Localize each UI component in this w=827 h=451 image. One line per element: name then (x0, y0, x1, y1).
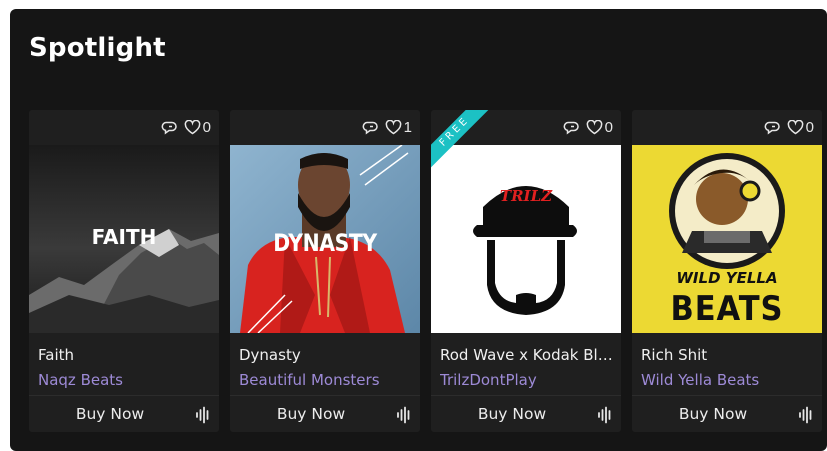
cover-art[interactable]: FAITH (29, 145, 219, 333)
card-stats-bar: 0 (29, 110, 219, 144)
divider (230, 395, 420, 396)
cover-art[interactable]: DYNASTY (230, 145, 420, 333)
heart-icon[interactable] (385, 120, 402, 135)
comment-icon[interactable] (160, 120, 178, 136)
free-badge: FREE (431, 110, 494, 171)
beat-card-faith[interactable]: 0 FAITH Faith Naqz Beats Buy Now (29, 110, 219, 432)
beat-title[interactable]: Faith (38, 346, 213, 364)
cover-title: DYNASTY (273, 229, 377, 257)
comment-icon[interactable] (361, 120, 379, 136)
spotlight-section: Spotlight 0 FAITH Faith Naqz Beats Buy N… (10, 9, 827, 451)
waveform-icon[interactable] (396, 406, 412, 429)
producer-link[interactable]: Naqz Beats (38, 371, 213, 389)
beat-title[interactable]: Rich Shit (641, 346, 816, 364)
beat-title[interactable]: Rod Wave x Kodak Bla... (440, 346, 615, 364)
like-count: 0 (604, 119, 613, 136)
beat-title[interactable]: Dynasty (239, 346, 414, 364)
divider (632, 395, 822, 396)
buy-now-button[interactable]: Buy Now (431, 398, 593, 430)
cover-logo-text: WILD YELLA (676, 269, 778, 287)
heart-icon[interactable] (184, 120, 201, 135)
like-count: 1 (403, 119, 412, 136)
divider (431, 395, 621, 396)
heart-icon[interactable] (787, 120, 804, 135)
comment-icon[interactable] (763, 120, 781, 136)
card-stats-bar: 1 (230, 110, 420, 144)
free-badge-wrap: FREE (431, 110, 521, 200)
heart-icon[interactable] (586, 120, 603, 135)
beat-card-dynasty[interactable]: 1 DYNASTY Dynasty Beautiful Monsters Buy… (230, 110, 420, 432)
section-title: Spotlight (29, 33, 166, 63)
like-count: 0 (202, 119, 211, 136)
producer-link[interactable]: Wild Yella Beats (641, 371, 816, 389)
card-stats-bar: 0 (632, 110, 822, 144)
waveform-icon[interactable] (195, 406, 211, 429)
waveform-icon[interactable] (798, 406, 814, 429)
buy-now-button[interactable]: Buy Now (29, 398, 191, 430)
beat-card-rich-shit[interactable]: 0 WILD YELLA BEATS Rich Shit Wild Yella … (632, 110, 822, 432)
beat-card-rod-wave[interactable]: 0 TRILZ FREE Rod Wave x Kodak Bla... Tri… (431, 110, 621, 432)
cover-logo-text-2: BEATS (670, 289, 784, 329)
buy-now-button[interactable]: Buy Now (632, 398, 794, 430)
like-count: 0 (805, 119, 814, 136)
buy-now-button[interactable]: Buy Now (230, 398, 392, 430)
producer-link[interactable]: Beautiful Monsters (239, 371, 414, 389)
producer-link[interactable]: TrilzDontPlay (440, 371, 615, 389)
cover-title: FAITH (91, 225, 157, 249)
cover-art[interactable]: WILD YELLA BEATS (632, 145, 822, 333)
divider (29, 395, 219, 396)
waveform-icon[interactable] (597, 406, 613, 429)
comment-icon[interactable] (562, 120, 580, 136)
